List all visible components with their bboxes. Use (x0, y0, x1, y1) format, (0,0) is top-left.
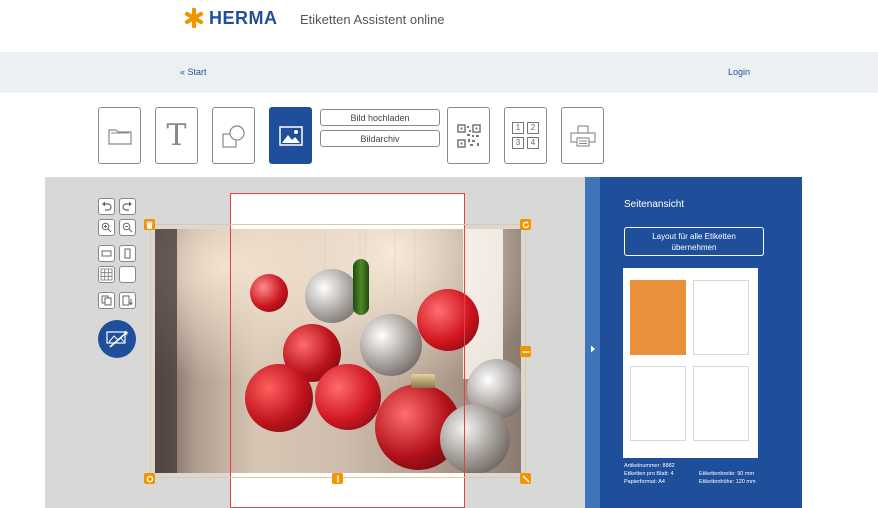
login-link[interactable]: Login (728, 67, 750, 77)
resize-height-handle[interactable] (332, 473, 343, 484)
vertical-arrows-icon (336, 475, 339, 482)
zoom-out-icon (122, 222, 133, 233)
copy-button[interactable] (98, 292, 115, 309)
image-tool-button[interactable] (269, 107, 312, 164)
numbering-grid-icon: 1 2 3 4 (512, 122, 539, 149)
image-archive-button[interactable]: Bildarchiv (320, 130, 440, 147)
asterisk-logo-icon (184, 8, 204, 28)
background-color-button[interactable] (119, 266, 136, 283)
label-preview-2[interactable] (693, 280, 749, 355)
paste-button[interactable] (119, 292, 136, 309)
copy-icon (101, 295, 112, 306)
wand-image-icon (106, 330, 129, 348)
image-icon (278, 125, 303, 146)
label-preview-1[interactable] (630, 280, 686, 355)
shapes-icon (221, 124, 245, 148)
print-button[interactable] (561, 107, 604, 164)
article-number: Artikelnummer: 8882 (624, 463, 675, 469)
zoom-in-button[interactable] (98, 219, 115, 236)
text-t-icon: T (166, 118, 187, 153)
panel-toggle[interactable] (585, 177, 600, 508)
apply-layout-all-button[interactable]: Layout für alle Etiketten übernehmen (624, 227, 764, 256)
label-preview-3[interactable] (630, 366, 686, 441)
labels-per-sheet: Etiketten pro Blatt: 4 (624, 471, 674, 477)
delete-handle[interactable] (144, 219, 155, 230)
brand-name: HERMA (209, 7, 278, 28)
printer-icon (569, 124, 596, 147)
numbering-button[interactable]: 1 2 3 4 (504, 107, 547, 164)
paper-format: Papierformat: A4 (624, 479, 665, 485)
portrait-frame-icon (124, 248, 131, 259)
paste-down-icon (122, 295, 133, 306)
redo-icon (122, 201, 132, 211)
chevron-right-icon (591, 345, 595, 353)
rotate-handle[interactable] (520, 219, 531, 230)
shape-tool-button[interactable] (212, 107, 255, 164)
label-height: Etikettenhöhe: 120 mm (699, 479, 756, 485)
text-tool-button[interactable]: T (155, 107, 198, 164)
diagonal-arrows-icon (522, 475, 529, 482)
settings-handle[interactable] (144, 473, 155, 484)
label-width: Etikettenbreite: 90 mm (699, 471, 755, 477)
app-subtitle: Etiketten Assistent online (300, 12, 445, 27)
grid-icon (100, 268, 113, 281)
rotate-icon (522, 220, 529, 228)
magic-wand-button[interactable] (98, 320, 136, 358)
trash-icon (146, 220, 153, 229)
grid-button[interactable] (98, 266, 115, 283)
horizontal-arrows-icon (522, 350, 529, 353)
zoom-in-icon (101, 222, 112, 233)
open-folder-button[interactable] (98, 107, 141, 164)
undo-icon (102, 201, 112, 211)
start-link[interactable]: « Start (180, 67, 207, 77)
portrait-button[interactable] (119, 245, 136, 262)
redo-button[interactable] (119, 198, 136, 215)
undo-button[interactable] (98, 198, 115, 215)
gear-icon (146, 475, 153, 482)
herma-logo[interactable]: HERMA (183, 7, 278, 29)
panel-title: Seitenansicht (624, 199, 685, 210)
label-preview-4[interactable] (693, 366, 749, 441)
landscape-button[interactable] (98, 245, 115, 262)
qr-code-button[interactable] (447, 107, 490, 164)
selection-frame (150, 224, 526, 478)
landscape-frame-icon (101, 250, 112, 257)
qr-code-icon (456, 123, 481, 148)
resize-width-handle[interactable] (520, 346, 531, 357)
zoom-out-button[interactable] (119, 219, 136, 236)
resize-corner-handle[interactable] (520, 473, 531, 484)
folder-icon (107, 128, 132, 145)
upload-image-button[interactable]: Bild hochladen (320, 109, 440, 126)
